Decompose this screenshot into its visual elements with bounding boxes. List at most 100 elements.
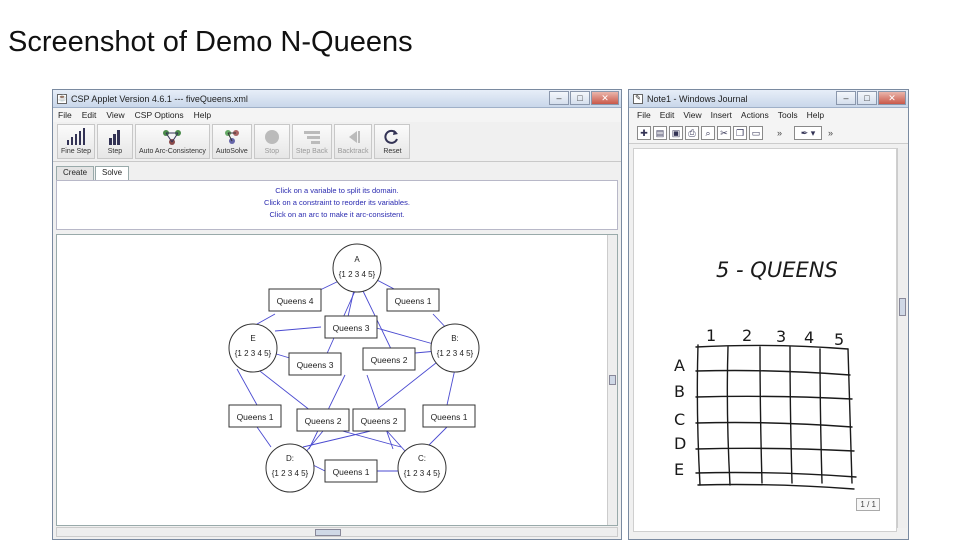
toolbar-overflow-icon[interactable]: » [777,128,782,138]
edge[interactable] [386,430,406,452]
graph-vertical-scrollbar[interactable] [607,235,617,525]
journal-window: ✎ Note1 - Windows Journal – □ ✕ File Edi… [628,89,909,540]
maximize-button[interactable]: □ [570,91,590,105]
variable-name: A [354,255,360,264]
find-icon[interactable]: ⌕ [701,125,715,140]
constraint-label: Queens 3 [333,323,370,333]
edge[interactable] [256,426,272,448]
journal-note-page[interactable]: 5 - QUEENS 1 2 3 4 5 A B C D E 1 / 1 [633,148,897,532]
edge[interactable] [372,326,438,346]
minimize-button[interactable]: – [549,91,569,105]
backtrack-button[interactable]: Backtrack [333,124,373,159]
edge[interactable] [446,368,456,406]
menu-tools[interactable]: Tools [778,110,798,120]
stop-button[interactable]: Stop [253,124,290,159]
arc-consistency-icon [161,125,183,148]
toolbar-overflow-icon[interactable]: » [828,128,833,138]
column-label: 2 [742,326,752,345]
instruction-line: Click on an arc to make it arc-consisten… [269,210,405,219]
constraint-label: Queens 1 [333,467,370,477]
variable-name: E [250,334,255,343]
menu-edit[interactable]: Edit [82,110,97,120]
menu-help[interactable]: Help [807,110,824,120]
menu-file[interactable]: File [58,110,72,120]
journal-titlebar[interactable]: ✎ Note1 - Windows Journal – □ ✕ [629,90,908,108]
stop-icon [264,125,280,148]
open-icon[interactable]: ▤ [653,125,667,140]
new-note-icon[interactable]: ✚ [637,125,651,140]
csp-toolbar: Fine Step Step Auto Arc-Consistency Auto… [53,122,621,162]
menu-csp-options[interactable]: CSP Options [135,110,184,120]
variable-name: C: [418,454,426,463]
cut-icon[interactable]: ✂ [717,125,731,140]
variable-nodes: A {1 2 3 4 5} B: {1 2 3 4 5} C: {1 2 3 4… [228,243,480,493]
constraint-label: Queens 2 [371,355,408,365]
variable-node-d[interactable] [265,443,315,493]
constraint-graph-canvas[interactable]: Queens 4 Queens 1 Queens 3 Queens 3 Quee… [56,234,618,526]
csp-titlebar[interactable]: ☕ CSP Applet Version 4.6.1 --- fiveQueen… [53,90,621,108]
row-label: E [674,460,684,479]
copy-icon[interactable]: ❐ [733,125,747,140]
csp-applet-window: ☕ CSP Applet Version 4.6.1 --- fiveQueen… [52,89,622,540]
reset-button[interactable]: Reset [374,124,411,159]
page-indicator: 1 / 1 [856,498,880,511]
autosolve-button[interactable]: AutoSolve [211,124,252,159]
variable-domain: {1 2 3 4 5} [339,270,376,279]
tab-create[interactable]: Create [56,166,95,180]
menu-actions[interactable]: Actions [741,110,769,120]
edge[interactable] [236,368,258,406]
menu-insert[interactable]: Insert [711,110,732,120]
variable-node-a[interactable] [332,243,382,293]
variable-domain: {1 2 3 4 5} [404,469,441,478]
variable-name: D: [286,454,294,463]
save-icon[interactable]: ▣ [669,125,683,140]
scroll-thumb[interactable] [609,375,616,385]
constraint-label: Queens 1 [237,412,274,422]
csp-window-title: CSP Applet Version 4.6.1 --- fiveQueens.… [71,93,248,104]
note-grid [695,344,857,490]
paste-icon[interactable]: ▭ [749,125,763,140]
print-icon[interactable]: ⎙ [685,125,699,140]
autosolve-icon [223,125,241,148]
instruction-line: Click on a constraint to reorder its var… [264,198,410,207]
menu-view[interactable]: View [106,110,124,120]
journal-app-icon: ✎ [633,93,643,104]
handwritten-note: 5 - QUEENS 1 2 3 4 5 A B C D E [674,258,857,490]
variable-node-c[interactable] [397,443,447,493]
step-back-button[interactable]: Step Back [291,124,332,159]
fine-step-button[interactable]: Fine Step [57,124,95,159]
constraint-label: Queens 2 [305,416,342,426]
minimize-button[interactable]: – [836,91,856,105]
auto-arc-consistency-button[interactable]: Auto Arc-Consistency [134,124,210,159]
scroll-thumb[interactable] [315,529,341,536]
edge[interactable] [426,426,448,448]
menu-edit[interactable]: Edit [660,110,675,120]
tab-solve[interactable]: Solve [95,166,130,180]
edge[interactable] [304,430,324,454]
pen-tool-icon[interactable]: ✒ ▾ [794,125,823,140]
close-button[interactable]: ✕ [591,91,619,105]
variable-domain: {1 2 3 4 5} [437,349,474,358]
variable-node-e[interactable] [228,323,278,373]
scroll-thumb[interactable] [899,298,906,316]
variable-domain: {1 2 3 4 5} [235,349,272,358]
variable-name: B: [451,334,459,343]
journal-window-title: Note1 - Windows Journal [647,93,748,104]
graph-horizontal-scrollbar[interactable] [56,527,618,537]
constraint-label: Queens 4 [277,296,314,306]
maximize-button[interactable]: □ [857,91,877,105]
menu-view[interactable]: View [683,110,701,120]
row-label: B [674,382,685,401]
close-button[interactable]: ✕ [878,91,906,105]
edge[interactable] [274,326,322,332]
variable-node-b[interactable] [430,323,480,373]
row-label: A [674,356,685,375]
menu-help[interactable]: Help [194,110,211,120]
step-back-icon [303,125,321,148]
column-label: 4 [804,328,814,347]
journal-vertical-scrollbar[interactable] [897,148,907,528]
menu-file[interactable]: File [637,110,651,120]
java-app-icon: ☕ [57,93,67,104]
constraint-label: Queens 3 [297,360,334,370]
step-button[interactable]: Step [96,124,133,159]
